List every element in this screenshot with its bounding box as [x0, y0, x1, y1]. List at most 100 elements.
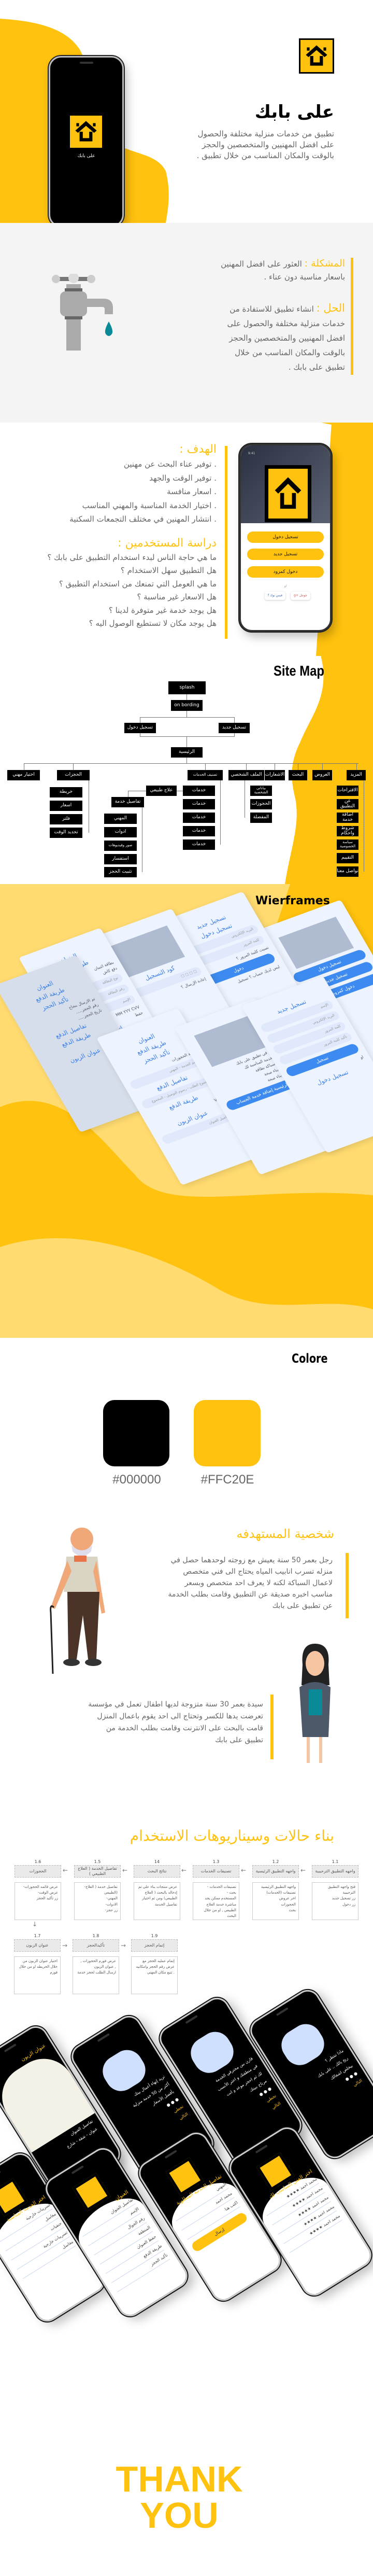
sitemap-node: تسجيل دخول: [124, 723, 156, 733]
goal-item: . اختيار الخدمة المناسبة والمهني المناسب: [82, 500, 217, 510]
sitemap-node: استفسار: [104, 854, 137, 864]
step-title: واجهه التطبيق الترحيبية: [312, 1865, 358, 1878]
login-button[interactable]: تسجيل دخول: [247, 531, 324, 543]
google-plus-icon: g+: [294, 594, 298, 597]
sitemap-title: Site Map: [274, 663, 324, 679]
facebook-label: فيس بوك: [270, 594, 282, 597]
connector-line: [322, 763, 323, 770]
step-description: عرض منتجات بناء على تم إدخاله بالبحث ( ا…: [134, 1882, 180, 1920]
step-title: تأكيدالحجز: [73, 1939, 119, 1952]
thank-you-text: THANK YOU: [116, 2459, 243, 2536]
user-study-heading: دراسة المستخدمين :: [118, 536, 217, 550]
accent-bar: [346, 1553, 349, 1618]
text-line: عن تطبيق على بابك: [272, 1602, 333, 1610]
goal-item: . اسعار منافسة: [167, 487, 217, 496]
sitemap-node: شروط واحكام: [337, 825, 358, 836]
step-number: 1.6: [34, 1859, 41, 1864]
colors-title: Colore: [292, 1351, 328, 1366]
problem-text: المشكلة : العثور على افضل المهنين باسعار…: [179, 257, 345, 284]
arrow-right-icon: →: [62, 1942, 68, 1949]
sitemap-node: المفضلة: [250, 813, 272, 823]
sitemap-node: صور وفيديوهات: [104, 841, 137, 851]
goal-item: . انتشار المهنين في مختلف التجمعات السكن…: [69, 514, 217, 524]
connector-line: [73, 763, 74, 770]
text-line: تطبيق من خدمات منزلية مختلفة والحصول: [197, 129, 334, 138]
step-description: واجهه التطبيق الرئيسية تصنيفات (الخدمات)…: [252, 1882, 299, 1920]
text-line: قامت بالبحث على الانترنت وقامت بطلب الخد…: [106, 1724, 263, 1732]
sitemap-node: المهني: [104, 814, 137, 824]
step-description: فتح واجهه التطبيق الترحيبية زر تسجيل جدي…: [312, 1882, 358, 1920]
solution-label: الحل :: [316, 302, 345, 314]
google-label: جوجل: [299, 594, 307, 597]
wireframes-title: Wierframes: [255, 894, 330, 907]
connector-line: [356, 763, 357, 770]
question-item: هل الاسعار غير مناسبة ؟: [137, 592, 217, 601]
connector-line: [24, 763, 358, 764]
step-title: تفاصيل الخدمة ( العلاج الطبيعي ): [74, 1865, 121, 1878]
sitemap-node: اسعار: [50, 801, 82, 811]
old-man-illustration: [50, 1528, 105, 1674]
phone-app-name: على بابك: [77, 153, 95, 159]
sitemap-node: تحديد الوقت: [50, 828, 82, 838]
step-description: إتمام عمليه الحجز مع عرض رقم الحجز وامكا…: [131, 1956, 178, 1994]
wireframes-section: Wierframes تسجيل دخول تسجيل جديد دخول كمزو…: [0, 884, 373, 1338]
persona-1-text: رجل بعمر 50 سنة يعيش مع زوجته لوحدهما حص…: [141, 1555, 333, 1612]
arrow-left-icon: ←: [63, 1867, 68, 1874]
step-description: عرض قائمه الحجوزات- عرض الوقت- زر تأكيد …: [15, 1882, 61, 1920]
text-line: باسعار مناسبة دون عناء .: [264, 272, 345, 282]
arrow-left-icon: ←: [122, 1867, 128, 1874]
phone-notch: [71, 2165, 84, 2175]
text-line: انشاء تطبيق للاستفادة من: [229, 304, 314, 314]
color-swatch-black: [103, 1400, 169, 1466]
phone-notch: [0, 2170, 1, 2180]
question-item: هل التطبيق سهل الاستخدام ؟: [120, 566, 217, 575]
phone-notch: [164, 2149, 177, 2159]
sitemap-node: خدمات: [183, 813, 215, 823]
accent-bar: [351, 258, 353, 375]
sitemap-node: الاشعارات: [265, 770, 285, 780]
sitemap-node: خدمات: [183, 826, 215, 836]
arrow-left-icon: ←: [241, 1867, 247, 1874]
sitemap-node: بياناتي الشخصية: [250, 786, 272, 796]
text-line: بالوقت والمكان المناسب من خلال تطبيق .: [196, 151, 334, 160]
question-item: هل يوجد مكان لا تستطيع الوصول اليه ؟: [89, 619, 217, 628]
sitemap-node: تواصل معنا: [337, 866, 358, 877]
login-phone-mockup: 9:41 تسجيل دخول تسجيل جديد دخول كمزود او…: [239, 444, 332, 632]
sitemap-node: خدمات: [183, 839, 215, 850]
sitemap-node: on bording: [171, 700, 203, 711]
woman-illustration: [299, 1644, 331, 1763]
persona-2-text: سيدة بعمر 30 سنة متزوجة لديها اطفال تعمل…: [46, 1699, 263, 1746]
text-line: رجل بعمر 50 سنة يعيش مع زوجته لوحدهما حص…: [170, 1556, 333, 1564]
sitemap-node: العروض: [312, 770, 332, 780]
step-title: عنوان الزبون: [14, 1939, 61, 1952]
facebook-icon: f: [268, 594, 269, 597]
step-number: 14: [154, 1859, 160, 1864]
text-line: مناسب اخبره صديقة عن التطبيق وقامت بطلب …: [168, 1590, 333, 1599]
arrow-right-icon: →: [121, 1942, 126, 1949]
sitemap-node: اختيار مهني: [7, 770, 40, 780]
accent-bar: [225, 446, 227, 639]
phone-notch: [4, 2043, 17, 2053]
google-login-button[interactable]: g+ جوجل: [291, 592, 310, 600]
problem-label: المشكلة :: [304, 258, 345, 269]
text-line: افضل المهنيين والمتخصصين والحجز: [229, 333, 345, 343]
connector-line: [246, 763, 247, 770]
step-title: الحجوزات: [15, 1865, 61, 1878]
status-time: 9:41: [248, 452, 255, 455]
faucet-icon: [52, 274, 113, 351]
question-item: هل يوجد خدمة غير متوفرة لدينا ؟: [108, 605, 217, 615]
phone-notch: [276, 2007, 289, 2017]
phone-notch: [185, 2014, 198, 2024]
register-button[interactable]: تسجيل جديد: [247, 549, 324, 560]
phone-notch: [255, 2144, 268, 2154]
sitemap-node: تصنيف الخدمات: [188, 770, 223, 780]
arrow-left-icon: ←: [300, 1867, 306, 1874]
hero-phone-splash: على بابك: [49, 56, 124, 227]
connector-line: [220, 780, 221, 845]
solution-text: الحل : انشاء تطبيق للاستفادة من خدمات من…: [179, 301, 346, 374]
provider-login-button[interactable]: دخول كمزود: [247, 566, 324, 578]
text-line: بالوقت والمكان المناسب من خلال: [235, 348, 345, 357]
text-line: تطبيق على بابك: [215, 1736, 263, 1744]
facebook-login-button[interactable]: f فيس بوك: [265, 592, 285, 600]
text-line: تعرضت يدها للكسر وتحتاج الى احد يقوم باع…: [97, 1712, 263, 1720]
